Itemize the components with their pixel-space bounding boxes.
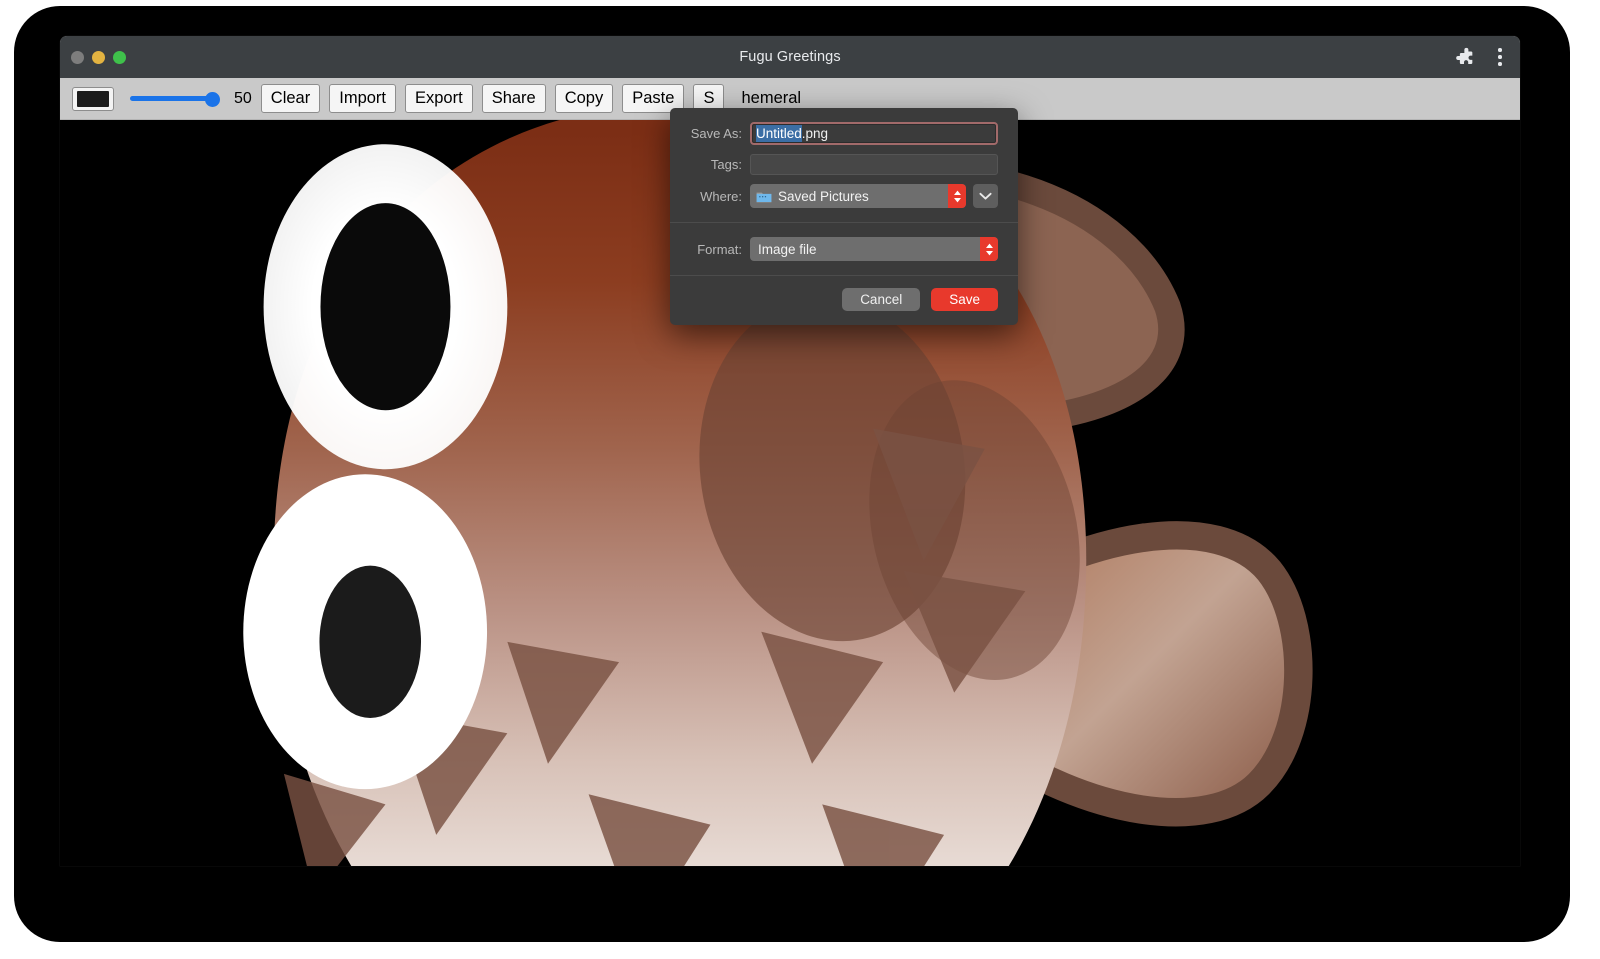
slider-thumb[interactable] xyxy=(205,92,220,107)
maximize-window-button[interactable] xyxy=(113,51,126,64)
format-row: Format: Image file xyxy=(690,237,998,261)
browser-window: Fugu Greetings 50 xyxy=(60,36,1520,866)
save-dialog-fields: Save As: Untitled.png Tags: Where: xyxy=(670,108,1018,222)
format-select[interactable]: Image file xyxy=(750,237,998,261)
stroke-width-slider[interactable] xyxy=(128,88,220,110)
save-as-selected-text: Untitled xyxy=(756,125,802,142)
chevron-up-icon xyxy=(985,243,994,249)
format-value: Image file xyxy=(758,242,817,257)
save-as-input[interactable]: Untitled.png xyxy=(750,122,998,145)
export-button[interactable]: Export xyxy=(405,84,473,113)
screen-root: Fugu Greetings 50 xyxy=(0,0,1600,959)
tags-label: Tags: xyxy=(690,157,750,172)
chevron-down-icon xyxy=(985,250,994,256)
copy-button[interactable]: Copy xyxy=(555,84,614,113)
puzzle-piece-icon[interactable] xyxy=(1454,46,1476,68)
format-stepper[interactable] xyxy=(980,237,998,261)
chevron-up-icon xyxy=(953,190,962,196)
where-expand-button[interactable] xyxy=(973,184,998,208)
where-select[interactable]: Saved Pictures xyxy=(750,184,966,208)
where-control-group: Saved Pictures xyxy=(750,184,998,208)
save-button[interactable]: Save xyxy=(931,288,998,311)
tags-input[interactable] xyxy=(750,154,998,175)
minimize-window-button[interactable] xyxy=(92,51,105,64)
share-button[interactable]: Share xyxy=(482,84,546,113)
save-as-label: Save As: xyxy=(690,126,750,141)
window-controls xyxy=(71,36,126,78)
slider-value-label: 50 xyxy=(234,90,252,108)
ephemeral-label: hemeral xyxy=(741,89,801,108)
chevron-down-icon xyxy=(979,192,992,201)
chevron-down-icon xyxy=(953,197,962,203)
page-title: Fugu Greetings xyxy=(60,49,1520,65)
save-as-row: Save As: Untitled.png xyxy=(690,122,998,145)
where-stepper[interactable] xyxy=(948,184,966,208)
where-value: Saved Pictures xyxy=(778,189,869,204)
save-as-value: Untitled.png xyxy=(756,126,828,141)
close-window-button[interactable] xyxy=(71,51,84,64)
format-label: Format: xyxy=(690,242,750,257)
title-bar: Fugu Greetings xyxy=(60,36,1520,78)
where-row: Where: xyxy=(690,184,998,208)
save-dialog-format-section: Format: Image file xyxy=(670,223,1018,275)
save-as-extension-text: .png xyxy=(802,126,828,141)
where-label: Where: xyxy=(690,189,750,204)
save-dialog: Save As: Untitled.png Tags: Where: xyxy=(670,108,1018,325)
title-bar-actions xyxy=(1454,36,1510,78)
tags-row: Tags: xyxy=(690,154,998,175)
save-dialog-buttons: Cancel Save xyxy=(670,276,1018,325)
import-button[interactable]: Import xyxy=(329,84,396,113)
cancel-button[interactable]: Cancel xyxy=(842,288,920,311)
color-picker-swatch[interactable] xyxy=(72,87,114,111)
three-dot-vertical-menu-icon[interactable] xyxy=(1490,46,1510,68)
clear-button[interactable]: Clear xyxy=(261,84,320,113)
color-swatch-fill xyxy=(77,91,109,107)
blue-folder-icon xyxy=(756,190,772,203)
